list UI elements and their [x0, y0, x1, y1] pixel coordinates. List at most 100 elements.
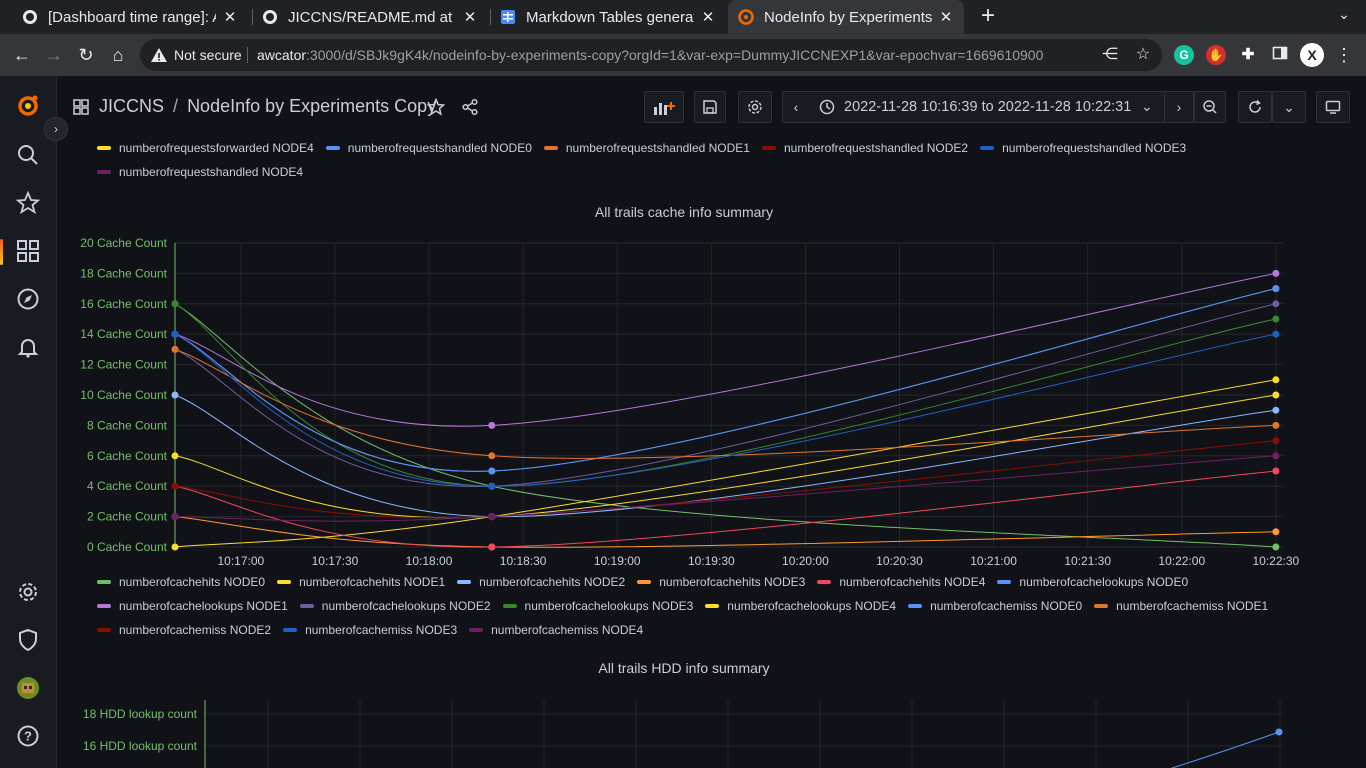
tab-title: JICCNS/README.md at m [288, 8, 456, 26]
shield-icon[interactable] [16, 628, 40, 652]
gear-icon[interactable] [16, 580, 40, 604]
legend-swatch [97, 580, 111, 584]
new-tab-button[interactable]: + [976, 4, 1000, 29]
browser-tab-3[interactable]: Markdown Tables generat ✕ [490, 0, 726, 34]
legend-item[interactable]: numberofcachemiss NODE3 [283, 619, 457, 641]
data-point [171, 543, 179, 551]
chevron-down-icon[interactable]: ⌄ [1334, 6, 1354, 26]
close-icon[interactable]: ✕ [700, 8, 716, 26]
chevron-down-icon: ⌄ [1141, 98, 1153, 114]
save-dashboard-button[interactable] [694, 91, 726, 123]
browser-tab-4-active[interactable]: NodeInfo by Experiments ✕ [728, 0, 964, 34]
close-icon[interactable]: ✕ [222, 8, 238, 26]
zoom-out-button[interactable] [1194, 91, 1226, 123]
close-icon[interactable]: ✕ [462, 8, 478, 26]
legend-item[interactable]: numberofrequestshandled NODE2 [761, 138, 968, 159]
legend-swatch [502, 604, 517, 608]
browser-tab-1[interactable]: [Dashboard time range]: A ✕ [12, 0, 248, 34]
cache-summary-chart[interactable]: 0 Cache Count 2 Cache Count 4 Cache Count 6… [57, 228, 1311, 568]
grafana-logo-icon[interactable] [16, 94, 40, 118]
legend-item[interactable]: numberofrequestshandled NODE1 [543, 138, 750, 159]
search-icon[interactable] [16, 143, 40, 167]
legend-item[interactable]: numberofcachehits NODE1 [277, 571, 445, 593]
share-icon[interactable] [461, 98, 479, 116]
grafana-icon [738, 9, 754, 25]
y-tick-label: 16 HDD lookup count [83, 739, 198, 753]
legend-item[interactable]: numberofrequestshandled NODE4 [97, 161, 303, 183]
data-point [1272, 421, 1280, 429]
legend-label: numberofrequestshandled NODE4 [119, 165, 304, 179]
data-point [1272, 330, 1280, 338]
sidepanel-icon[interactable] [1270, 45, 1290, 65]
hdd-summary-chart[interactable]: 16 HDD lookup count 18 HDD lookup count [57, 692, 1311, 768]
expand-sidebar-button[interactable]: › [44, 117, 68, 141]
time-range-picker[interactable]: 2022-11-28 10:16:39 to 2022-11-28 10:22:… [809, 91, 1165, 123]
tab-title: NodeInfo by Experiments [764, 8, 932, 26]
share-icon[interactable]: ⋲ [1101, 46, 1119, 64]
explore-icon[interactable] [16, 287, 40, 311]
legend-item[interactable]: numberofcachehits NODE3 [637, 571, 805, 593]
legend-swatch [97, 146, 111, 150]
legend-item[interactable]: numberofcachehits NODE2 [457, 571, 625, 593]
tv-mode-button[interactable] [1316, 91, 1350, 123]
data-point [1272, 391, 1280, 399]
forward-icon[interactable]: → [42, 43, 66, 67]
legend-swatch [908, 604, 923, 608]
legend-label: numberofcachelookups NODE3 [524, 599, 694, 613]
refresh-interval-button[interactable]: ⌄ [1272, 91, 1306, 123]
dashboards-icon[interactable] [16, 239, 40, 263]
legend-item[interactable]: numberofcachemiss NODE0 [908, 595, 1082, 617]
legend-item[interactable]: numberofrequestshandled NODE0 [325, 138, 532, 159]
legend-item[interactable]: numberofcachehits NODE4 [817, 571, 985, 593]
breadcrumb-separator: / [173, 96, 179, 116]
star-icon[interactable]: ☆ [1134, 46, 1152, 64]
bell-icon[interactable] [16, 335, 40, 359]
legend-item[interactable]: numberofcachelookups NODE4 [705, 595, 896, 617]
legend-item[interactable]: numberofcachemiss NODE2 [97, 619, 271, 641]
x-tick-label: 10:19:30 [688, 554, 735, 568]
legend-item[interactable]: numberofcachemiss NODE4 [469, 619, 643, 641]
url-text[interactable]: awcator:3000/d/SBJk9gK4k/nodeinfo-by-exp… [257, 47, 1043, 63]
legend-item[interactable]: numberofrequestshandled NODE3 [980, 138, 1186, 159]
add-panel-button[interactable] [644, 91, 684, 123]
legend-item[interactable]: numberofcachelookups NODE2 [299, 595, 491, 617]
browser-tab-2[interactable]: JICCNS/README.md at m ✕ [252, 0, 488, 34]
refresh-button[interactable] [1238, 91, 1272, 123]
legend-label: numberofcachemiss NODE4 [491, 623, 644, 637]
legend-item[interactable]: numberofcachelookups NODE3 [502, 595, 694, 617]
reload-icon[interactable]: ↻ [74, 43, 98, 67]
avatar[interactable] [16, 676, 40, 700]
star-icon[interactable] [427, 98, 445, 116]
grammarly-icon[interactable]: G [1174, 45, 1194, 65]
star-icon[interactable] [16, 191, 40, 215]
legend-item[interactable]: numberofcachelookups NODE0 [997, 571, 1188, 593]
home-icon[interactable]: ⌂ [106, 43, 130, 67]
legend-swatch [1094, 604, 1109, 608]
series-line [1170, 731, 1280, 768]
breadcrumb-folder[interactable]: JICCNS [99, 96, 164, 116]
legend-item[interactable]: numberofcachemiss NODE1 [1094, 595, 1268, 617]
panel-title: All trails HDD info summary [598, 660, 770, 676]
profile-avatar[interactable]: X [1300, 43, 1324, 67]
chevron-right-icon: › [1176, 99, 1182, 115]
dashboard-settings-button[interactable] [738, 91, 772, 123]
legend-swatch [457, 580, 472, 584]
time-shift-back-button[interactable]: ‹ [782, 91, 810, 123]
svg-text:?: ? [24, 729, 32, 744]
legend-item[interactable]: numberofrequestsforwarded NODE4 [97, 138, 314, 159]
data-point [488, 452, 496, 460]
refresh-icon [1249, 99, 1261, 113]
data-point [488, 421, 496, 429]
more-vert-icon[interactable]: ⋮ [1332, 43, 1356, 67]
address-bar[interactable]: Not secure awcator:3000/d/SBJk9gK4k/node… [140, 39, 1162, 71]
adblock-icon[interactable]: ✋ [1206, 45, 1226, 65]
close-icon[interactable]: ✕ [938, 8, 954, 26]
extensions-icon[interactable]: ✚ [1238, 45, 1258, 65]
legend-item[interactable]: numberofcachehits NODE0 [97, 571, 265, 593]
time-shift-forward-button[interactable]: › [1164, 91, 1194, 123]
github-icon [262, 9, 278, 25]
legend-item[interactable]: numberofcachelookups NODE1 [97, 595, 288, 617]
page-title[interactable]: NodeInfo by Experiments Copy [187, 96, 436, 116]
back-icon[interactable]: ← [10, 43, 34, 67]
help-icon[interactable]: ? [16, 724, 40, 748]
